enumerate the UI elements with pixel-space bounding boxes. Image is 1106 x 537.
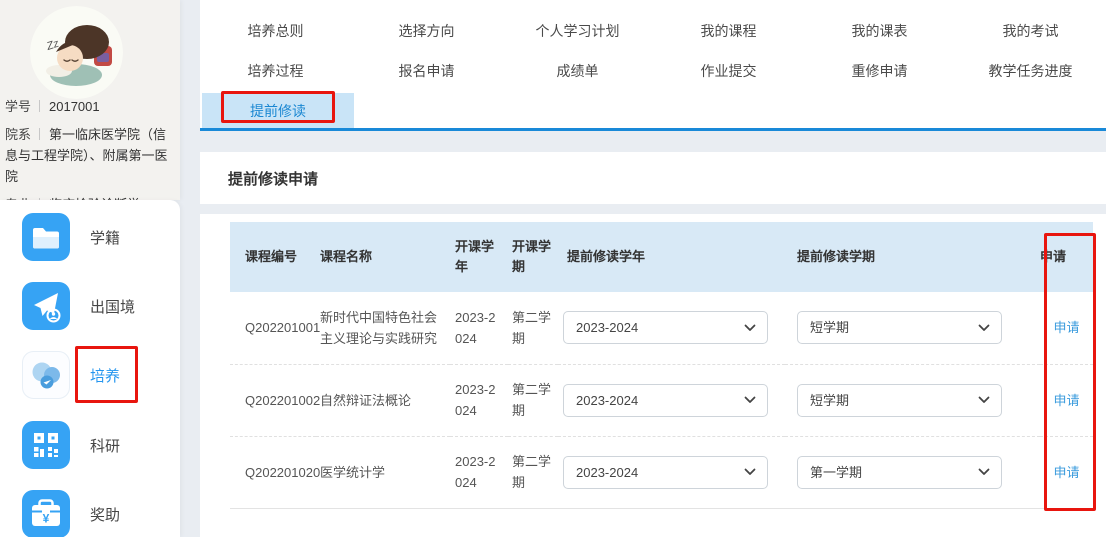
course-name: 医学统计学 <box>316 436 450 508</box>
open-year: 2023-2024 <box>450 292 508 364</box>
course-name: 新时代中国特色社会主义理论与实践研究 <box>316 292 450 364</box>
course-code: Q202201002 <box>230 364 316 436</box>
nav-row-1: 培养总则 选择方向 个人学习计划 我的课程 我的课表 我的考试 <box>200 20 1106 42</box>
sidebar-item-research[interactable]: 科研 <box>22 421 162 469</box>
folder-icon <box>22 213 70 261</box>
nav-item-my-courses[interactable]: 我的课程 <box>653 20 804 42</box>
early-year-select[interactable]: 2023-2024 <box>563 311 768 344</box>
early-study-table: 课程编号 课程名称 开课学年 开课学期 提前修读学年 提前修读学期 申请 Q20… <box>230 222 1093 509</box>
sidebar-menu: 学籍 出国境 培养 <box>0 200 180 537</box>
col-header-open-year: 开课学年 <box>450 222 508 292</box>
course-code: Q202201001 <box>230 292 316 364</box>
course-code: Q202201020 <box>230 436 316 508</box>
table-row: Q202201002 自然辩证法概论 2023-2024 第二学期 2023-2… <box>230 364 1093 436</box>
tab-underline <box>200 128 1106 131</box>
student-dept-label: 院系 <box>5 127 31 142</box>
table-header-row: 课程编号 课程名称 开课学年 开课学期 提前修读学年 提前修读学期 申请 <box>230 222 1093 292</box>
sidebar-item-label: 奖助 <box>90 504 120 525</box>
early-term-select[interactable]: 短学期 <box>797 311 1002 344</box>
nav-item-my-timetable[interactable]: 我的课表 <box>804 20 955 42</box>
student-id-label: 学号 <box>5 99 31 114</box>
col-header-apply: 申请 <box>1040 222 1093 292</box>
content-panel: 课程编号 课程名称 开课学年 开课学期 提前修读学年 提前修读学期 申请 Q20… <box>200 214 1106 537</box>
table-row: Q202201020 医学统计学 2023-2024 第二学期 2023-202… <box>230 436 1093 508</box>
page-title: 提前修读申请 <box>228 168 318 189</box>
early-year-select[interactable]: 2023-2024 <box>563 384 768 417</box>
page-header: 提前修读申请 <box>200 152 1106 204</box>
sidebar-item-label: 出国境 <box>90 296 135 317</box>
early-term-select[interactable]: 第一学期 <box>797 456 1002 489</box>
nav-item-retake-apply[interactable]: 重修申请 <box>804 60 955 82</box>
open-year: 2023-2024 <box>450 436 508 508</box>
early-year-select[interactable]: 2023-2024 <box>563 456 768 489</box>
sidebar-item-label: 科研 <box>90 435 120 456</box>
sidebar-item-training[interactable]: 培养 <box>22 351 162 399</box>
col-header-early-term: 提前修读学期 <box>785 222 1040 292</box>
open-term: 第二学期 <box>508 436 558 508</box>
clouds-icon <box>22 351 70 399</box>
sidebar-item-scholarship[interactable]: ¥ 奖助 <box>22 490 162 537</box>
divider <box>39 100 40 112</box>
sidebar-item-student-status[interactable]: 学籍 <box>22 213 162 261</box>
avatar-illustration: Zz <box>30 6 123 99</box>
table-row: Q202201001 新时代中国特色社会主义理论与实践研究 2023-2024 … <box>230 292 1093 364</box>
col-header-course-code: 课程编号 <box>230 222 316 292</box>
nav-row-2: 培养过程 报名申请 成绩单 作业提交 重修申请 教学任务进度 <box>200 60 1106 82</box>
nav-item-registration[interactable]: 报名申请 <box>351 60 502 82</box>
apply-link[interactable]: 申请 <box>1053 320 1079 335</box>
nav-item-choose-direction[interactable]: 选择方向 <box>351 20 502 42</box>
sidebar-item-label: 学籍 <box>90 227 120 248</box>
early-term-select[interactable]: 短学期 <box>797 384 1002 417</box>
sidebar-item-label: 培养 <box>90 365 120 386</box>
nav-item-training-rules[interactable]: 培养总则 <box>200 20 351 42</box>
col-header-course-name: 课程名称 <box>316 222 450 292</box>
open-term: 第二学期 <box>508 292 558 364</box>
col-header-early-year: 提前修读学年 <box>558 222 785 292</box>
tab-early-study[interactable]: 提前修读 <box>202 93 354 128</box>
plane-icon <box>22 282 70 330</box>
apply-link[interactable]: 申请 <box>1053 465 1079 480</box>
nav-item-personal-study-plan[interactable]: 个人学习计划 <box>502 20 653 42</box>
course-name: 自然辩证法概论 <box>316 364 450 436</box>
sidebar-profile-section: Zz 学号2017001 院系第一临床医学院（信息与工程学院）、附属第一医院 专… <box>0 0 180 200</box>
col-header-open-term: 开课学期 <box>508 222 558 292</box>
briefcase-icon: ¥ <box>22 490 70 537</box>
nav-item-homework-submit[interactable]: 作业提交 <box>653 60 804 82</box>
open-term: 第二学期 <box>508 364 558 436</box>
apply-link[interactable]: 申请 <box>1053 393 1079 408</box>
student-dept-row: 院系第一临床医学院（信息与工程学院）、附属第一医院 <box>5 124 177 187</box>
avatar: Zz <box>30 6 123 99</box>
student-id-value: 2017001 <box>49 99 100 114</box>
nav-item-training-process[interactable]: 培养过程 <box>200 60 351 82</box>
nav-item-my-exams[interactable]: 我的考试 <box>955 20 1106 42</box>
sidebar-item-abroad[interactable]: 出国境 <box>22 282 162 330</box>
open-year: 2023-2024 <box>450 364 508 436</box>
nav-item-transcript[interactable]: 成绩单 <box>502 60 653 82</box>
student-id-row: 学号 2017001 <box>5 96 177 117</box>
svg-text:¥: ¥ <box>43 512 50 526</box>
qrcode-icon <box>22 421 70 469</box>
divider <box>39 128 40 140</box>
nav-item-teaching-task-progress[interactable]: 教学任务进度 <box>955 60 1106 82</box>
